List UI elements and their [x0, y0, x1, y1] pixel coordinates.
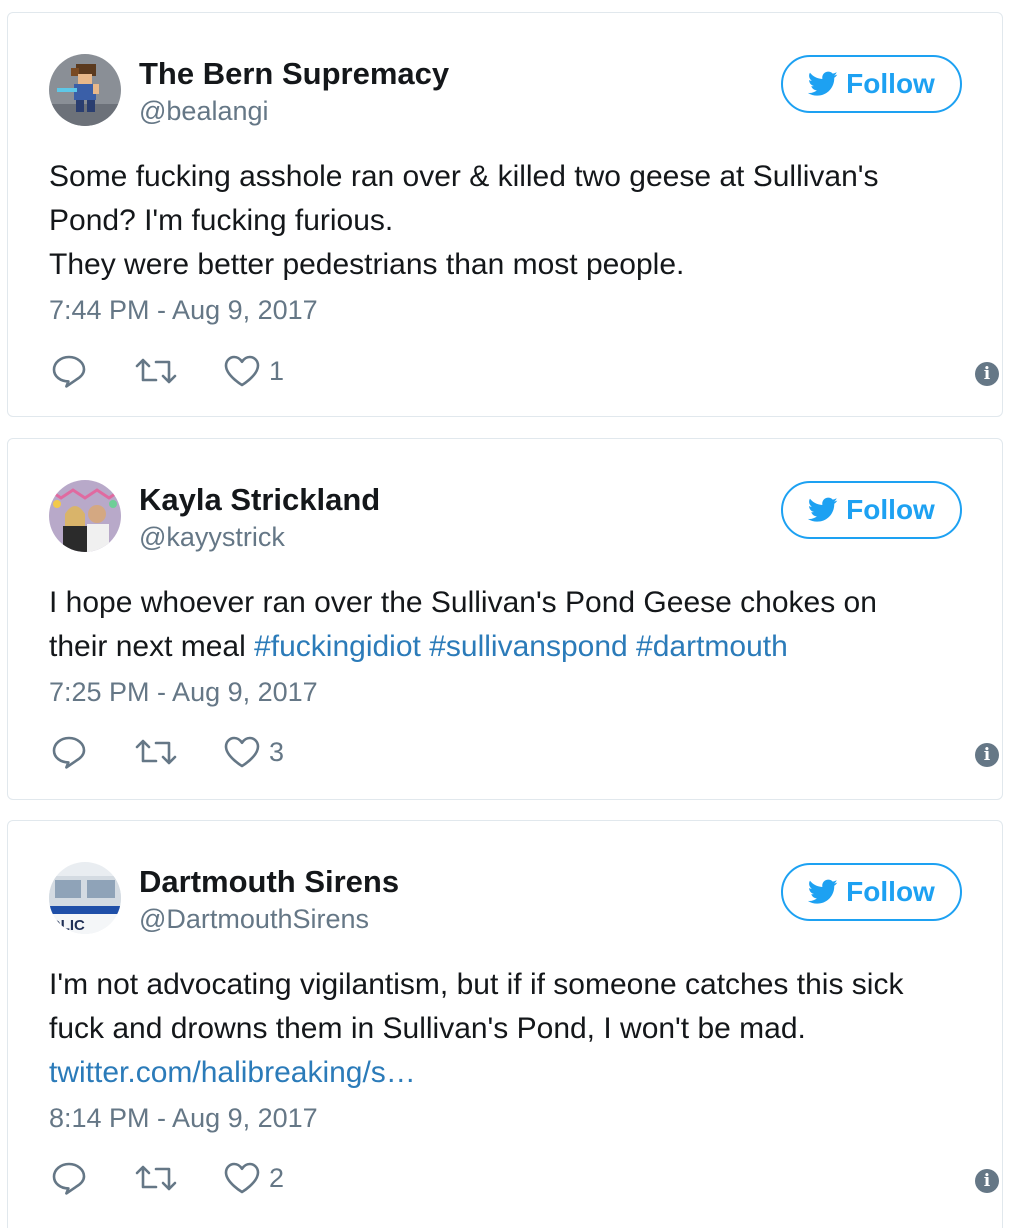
- reply-button[interactable]: [51, 354, 87, 388]
- avatar[interactable]: [49, 54, 121, 126]
- tweet-text-segment: fuck and drowns them in Sullivan's Pond,…: [49, 1012, 806, 1045]
- author-handle[interactable]: @kayystrick: [139, 522, 285, 553]
- tweet-text-line: Pond? I'm fucking furious.: [49, 199, 979, 243]
- retweet-button[interactable]: [135, 354, 177, 388]
- follow-button[interactable]: Follow: [781, 863, 962, 921]
- tweet-text: I'm not advocating vigilantism, but if i…: [49, 963, 979, 1095]
- timestamp[interactable]: 7:44 PM - Aug 9, 2017: [49, 295, 318, 326]
- like-count: 1: [269, 355, 285, 386]
- avatar-text: OLIC: [49, 917, 85, 934]
- twitter-bird-icon: [808, 879, 838, 904]
- follow-button[interactable]: Follow: [781, 481, 962, 539]
- retweet-icon: [135, 358, 177, 384]
- timestamp[interactable]: 8:14 PM - Aug 9, 2017: [49, 1103, 318, 1134]
- avatar[interactable]: OLIC: [49, 862, 121, 934]
- tweet-text-line: I'm not advocating vigilantism, but if i…: [49, 963, 979, 1007]
- hashtag-link[interactable]: #dartmouth: [636, 630, 788, 663]
- url-link[interactable]: twitter.com/halibreaking/s…: [49, 1056, 416, 1089]
- tweet-text-line: twitter.com/halibreaking/s…: [49, 1051, 979, 1095]
- info-icon[interactable]: i: [975, 743, 999, 767]
- retweet-icon: [135, 739, 177, 765]
- twitter-bird-icon: [808, 497, 838, 522]
- follow-label: Follow: [846, 876, 935, 907]
- tweet-card: The Bern Supremacy @bealangi Follow Some…: [7, 12, 1003, 417]
- tweet-text: Some fucking asshole ran over & killed t…: [49, 155, 979, 287]
- reply-button[interactable]: [51, 735, 87, 769]
- tweet-actions: 1 i: [49, 354, 999, 394]
- info-icon[interactable]: i: [975, 362, 999, 386]
- hashtag-link[interactable]: #sullivanspond: [429, 630, 627, 663]
- reply-icon: [52, 355, 86, 388]
- tweet-text-line: fuck and drowns them in Sullivan's Pond,…: [49, 1007, 979, 1051]
- heart-icon: [224, 1162, 260, 1194]
- tweet-actions: 3 i: [49, 735, 999, 775]
- author-name[interactable]: Dartmouth Sirens: [139, 864, 399, 900]
- party-photo-avatar-icon: [49, 480, 121, 552]
- timestamp[interactable]: 7:25 PM - Aug 9, 2017: [49, 677, 318, 708]
- reply-icon: [52, 1162, 86, 1195]
- tweet-card: Kayla Strickland @kayystrick Follow I ho…: [7, 438, 1003, 800]
- avatar[interactable]: [49, 480, 121, 552]
- like-button[interactable]: 1: [223, 354, 284, 388]
- tweet-text-segment: Pond? I'm fucking furious.: [49, 204, 394, 237]
- tweet-text-line: Some fucking asshole ran over & killed t…: [49, 155, 979, 199]
- hashtag-link[interactable]: #fuckingidiot: [254, 630, 421, 663]
- like-button[interactable]: 2: [223, 1161, 284, 1195]
- author-handle[interactable]: @DartmouthSirens: [139, 904, 369, 935]
- follow-button[interactable]: Follow: [781, 55, 962, 113]
- tweet-text-segment: They were better pedestrians than most p…: [49, 248, 685, 281]
- heart-icon: [224, 736, 260, 768]
- tweet-actions: 2 i: [49, 1161, 999, 1201]
- tweet-text-segment: Some fucking asshole ran over & killed t…: [49, 160, 879, 193]
- follow-label: Follow: [846, 494, 935, 525]
- tweet-text-segment: I hope whoever ran over the Sullivan's P…: [49, 586, 877, 619]
- tweet-text-line: I hope whoever ran over the Sullivan's P…: [49, 581, 979, 625]
- like-count: 2: [269, 1162, 285, 1193]
- pixel-art-character-avatar-icon: [49, 54, 121, 126]
- reply-button[interactable]: [51, 1161, 87, 1195]
- info-icon[interactable]: i: [975, 1169, 999, 1193]
- like-count: 3: [269, 736, 285, 767]
- author-handle[interactable]: @bealangi: [139, 96, 269, 127]
- retweet-icon: [135, 1165, 177, 1191]
- tweet-text-segment: [421, 630, 429, 663]
- twitter-bird-icon: [808, 71, 838, 96]
- author-name[interactable]: Kayla Strickland: [139, 482, 380, 518]
- tweet-text-segment: I'm not advocating vigilantism, but if i…: [49, 968, 904, 1001]
- follow-label: Follow: [846, 68, 935, 99]
- police-car-avatar-icon: OLIC: [49, 862, 121, 934]
- tweet-text-line: their next meal #fuckingidiot #sullivans…: [49, 625, 979, 669]
- tweet-text-segment: [628, 630, 636, 663]
- retweet-button[interactable]: [135, 1161, 177, 1195]
- tweet-text-line: They were better pedestrians than most p…: [49, 243, 979, 287]
- reply-icon: [52, 736, 86, 769]
- author-name[interactable]: The Bern Supremacy: [139, 56, 449, 92]
- heart-icon: [224, 355, 260, 387]
- tweet-card: OLIC Dartmouth Sirens @DartmouthSirens F…: [7, 820, 1003, 1228]
- retweet-button[interactable]: [135, 735, 177, 769]
- tweet-text: I hope whoever ran over the Sullivan's P…: [49, 581, 979, 669]
- tweet-text-segment: their next meal: [49, 630, 255, 663]
- like-button[interactable]: 3: [223, 735, 284, 769]
